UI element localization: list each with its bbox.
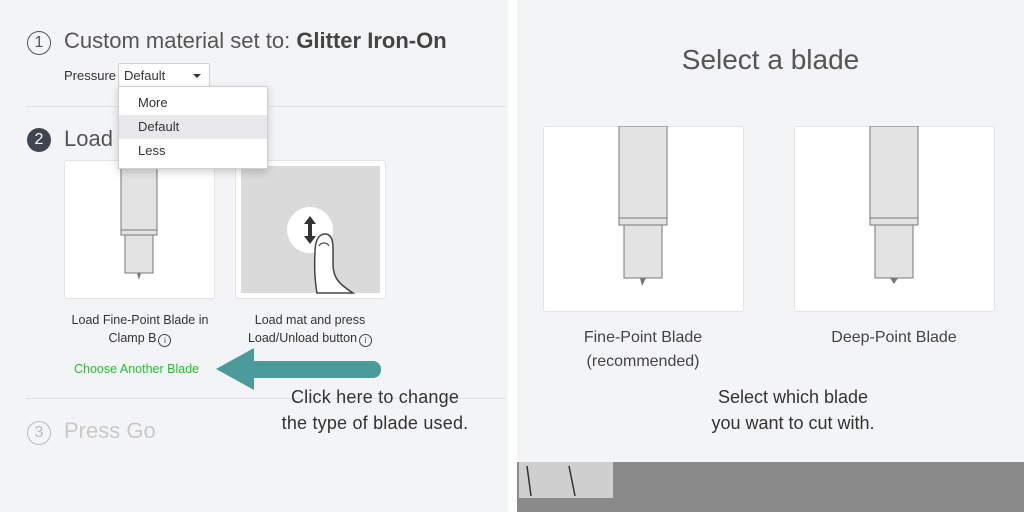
blade-caption-line2: Clamp B	[108, 331, 157, 345]
step-1-title: Custom material set to: Glitter Iron-On	[64, 28, 447, 54]
step-1-badge: 1	[27, 31, 51, 55]
fine-point-blade-name: Fine-Point Blade	[583, 329, 703, 346]
dropdown-option-default[interactable]: Default	[119, 115, 267, 139]
mat-caption-line2: Load/Unload button	[247, 331, 358, 345]
left-callout-line1: Click here to change	[290, 387, 460, 407]
blade-card[interactable]	[64, 160, 215, 299]
blade-caption-line1: Load Fine-Point Blade in	[71, 313, 209, 327]
step-3-title: Press Go	[64, 418, 156, 443]
right-callout: Select which blade you want to cut with.	[660, 384, 926, 436]
step-2-title: Load t	[64, 126, 126, 151]
left-callout-line2: the type of blade used.	[281, 413, 469, 433]
mat-caption-line1: Load mat and press	[254, 313, 366, 327]
material-thumbnail[interactable]	[519, 462, 613, 498]
select-blade-title: Select a blade	[681, 44, 860, 75]
step-3-badge: 3	[27, 421, 51, 445]
mat-card[interactable]	[235, 160, 386, 299]
info-icon[interactable]: i	[158, 334, 172, 347]
blade-housing-icon	[869, 126, 919, 284]
dropdown-option-more[interactable]: More	[119, 91, 267, 115]
mat-card-caption: Load mat and press Load/Unload button i	[230, 311, 390, 347]
pressure-select[interactable]: Default	[118, 63, 210, 87]
blade-housing-icon	[618, 126, 668, 286]
left-panel: 1 Custom material set to: Glitter Iron-O…	[0, 0, 508, 512]
fine-point-blade-caption: Fine-Point Blade (recommended)	[563, 326, 723, 374]
pressure-select-value: Default	[124, 68, 166, 83]
blade-housing-icon	[120, 160, 158, 280]
left-callout: Click here to change the type of blade u…	[262, 384, 488, 436]
deep-point-blade-card[interactable]	[794, 126, 995, 312]
mat-illustration	[241, 166, 380, 294]
pressure-label: Pressure	[64, 68, 117, 83]
right-callout-line1: Select which blade	[717, 387, 869, 407]
right-callout-line2: you want to cut with.	[711, 413, 875, 433]
step-1-title-prefix: Custom material set to:	[64, 28, 297, 53]
thumbnail-lines	[526, 465, 576, 497]
choose-another-blade-link[interactable]: Choose Another Blade	[74, 362, 199, 376]
fine-point-blade-card[interactable]	[543, 126, 744, 312]
deep-point-blade-caption: Deep-Point Blade	[831, 329, 957, 346]
step-2-badge: 2	[27, 128, 51, 152]
blade-card-caption: Load Fine-Point Blade in Clamp Bi	[60, 311, 220, 347]
info-icon[interactable]: i	[359, 334, 373, 347]
chevron-down-icon	[193, 74, 201, 78]
recommended-note: (recommended)	[586, 353, 700, 370]
dropdown-option-less[interactable]: Less	[119, 139, 267, 163]
pressure-dropdown-menu: More Default Less	[118, 86, 268, 169]
material-name: Glitter Iron-On	[296, 28, 447, 53]
